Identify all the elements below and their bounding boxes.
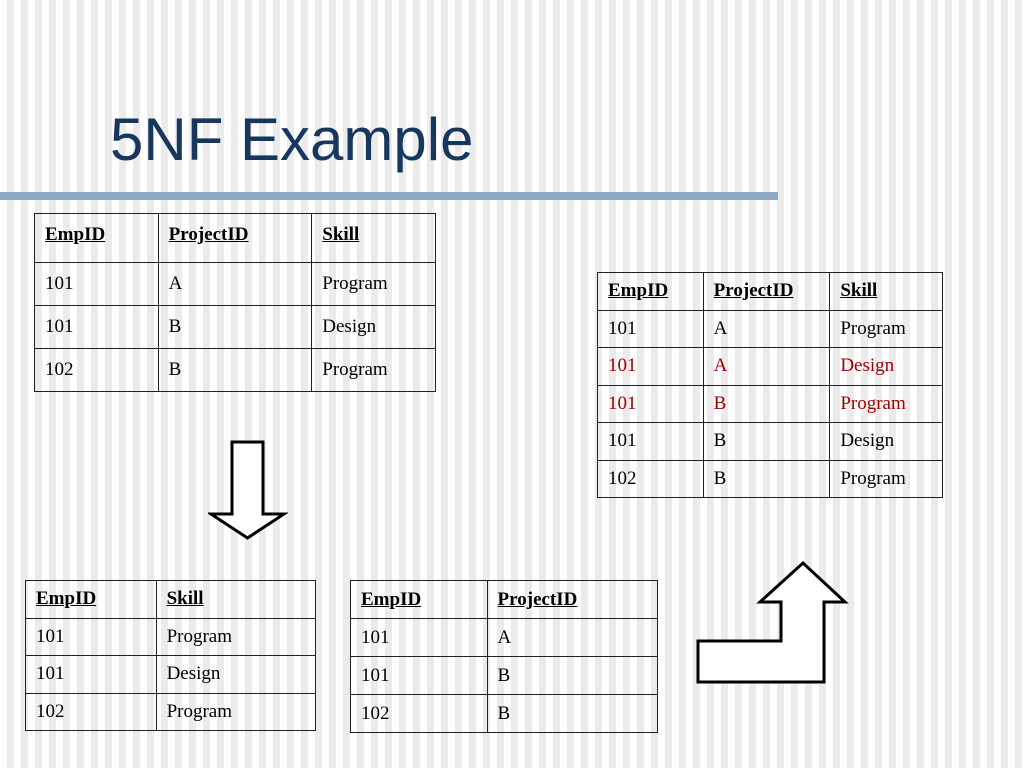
table-cell: 101 [350,618,488,657]
table-row: 101 B Design [34,305,436,349]
header-cell: EmpID [34,213,159,263]
header-cell: EmpID [597,272,704,311]
table-cell: 101 [350,656,488,695]
table-cell: 102 [34,348,159,392]
header-cell: ProjectID [157,213,313,263]
slide-title: 5NF Example [110,106,474,173]
header-cell: Skill [829,272,943,311]
table-row: 101 B Design [597,422,943,461]
table-emp-project-skill: EmpID ProjectID Skill 101 A Program 101 … [34,213,436,392]
table-cell: Program [829,384,943,423]
table-cell: B [157,305,313,349]
table-cell: 101 [597,422,704,461]
table-cell: Design [829,422,943,461]
header-cell: ProjectID [702,272,831,311]
table-row: 101 A [350,618,659,657]
table-cell: B [157,348,313,392]
spurious-row: 101 A Design [597,347,943,386]
table-emp-project: EmpID ProjectID 101 A 101 B 102 B [350,580,659,733]
table-row: 102 B Program [34,348,436,392]
table-row: 101 Program [25,617,317,656]
table-cell: 102 [597,459,704,498]
table-cell: A [486,618,659,657]
table-joined-result: EmpID ProjectID Skill 101 A Program 101 … [597,272,943,498]
table-cell: B [702,384,831,423]
title-divider [0,192,778,200]
header-cell: ProjectID [486,580,659,619]
bent-up-arrow-icon [696,560,849,684]
table-row: 101 Design [25,655,317,694]
table-row: 101 A Program [34,262,436,306]
header-row: EmpID Skill [25,580,317,619]
table-cell: 101 [34,262,159,306]
table-cell: 101 [597,384,704,423]
table-cell: B [702,459,831,498]
table-cell: Design [311,305,436,349]
table-cell: Program [829,309,943,348]
table-cell: Program [155,617,317,656]
table-emp-skill: EmpID Skill 101 Program 101 Design 102 P… [25,580,317,731]
table-cell: 102 [25,692,157,731]
header-row: EmpID ProjectID Skill [597,272,943,311]
table-row: 101 A Program [597,309,943,348]
table-cell: Program [311,262,436,306]
table-cell: 101 [597,309,704,348]
table-cell: 101 [597,347,704,386]
table-cell: A [702,347,831,386]
header-cell: Skill [155,580,317,619]
header-cell: EmpID [350,580,488,619]
table-cell: Program [829,459,943,498]
header-cell: EmpID [25,580,157,619]
table-cell: Program [155,692,317,731]
header-row: EmpID ProjectID Skill [34,213,436,263]
table-cell: Design [829,347,943,386]
table-cell: B [486,656,659,695]
table-cell: 102 [350,694,488,733]
header-cell: Skill [311,213,436,263]
table-cell: 101 [25,617,157,656]
table-cell: B [702,422,831,461]
table-row: 102 B [350,694,659,733]
spurious-row: 101 B Program [597,384,943,423]
table-row: 102 Program [25,692,317,731]
table-cell: A [157,262,313,306]
table-row: 102 B Program [597,459,943,498]
table-cell: 101 [34,305,159,349]
table-row: 101 B [350,656,659,695]
table-cell: Program [311,348,436,392]
header-row: EmpID ProjectID [350,580,659,619]
table-cell: A [702,309,831,348]
down-arrow-icon [208,440,288,540]
table-cell: 101 [25,655,157,694]
table-cell: B [486,694,659,733]
table-cell: Design [155,655,317,694]
